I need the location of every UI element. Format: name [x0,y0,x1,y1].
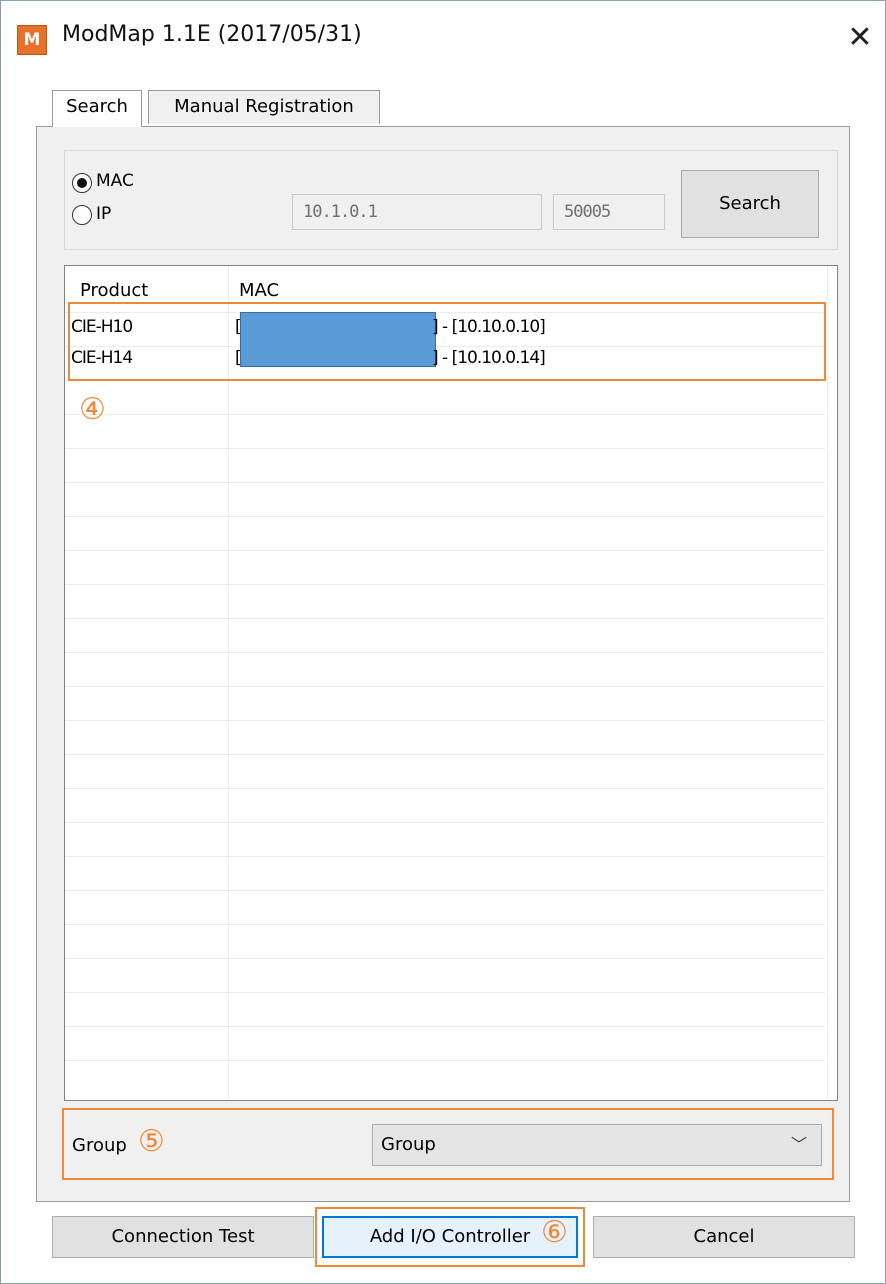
add-io-controller-button[interactable]: Add I/O Controller [322,1216,578,1258]
tab-search[interactable]: Search [52,90,142,127]
rows-highlight [68,302,826,381]
radio-ip-label: IP [96,204,112,224]
callout-5: ⑤ [138,1124,165,1159]
group-select[interactable]: Group ﹀ [372,1124,822,1166]
close-icon[interactable]: ✕ [840,18,880,58]
radio-mac[interactable] [72,173,92,193]
radio-ip[interactable] [72,205,92,225]
ip-address-field[interactable]: 10.1.0.1 [292,194,542,230]
group-label: Group [72,1135,127,1156]
app-logo-icon: M [17,25,47,55]
window-title: ModMap 1.1E (2017/05/31) [62,22,362,47]
device-list: Product MAC CIE-H10 [ ] - [10.10.0.10] C… [64,265,838,1101]
column-header-mac[interactable]: MAC [239,280,279,301]
radio-mac-label: MAC [96,171,134,191]
search-button[interactable]: Search [681,170,819,238]
group-select-value: Group [381,1134,436,1155]
connection-test-button[interactable]: Connection Test [52,1216,314,1258]
callout-6: ⑥ [541,1215,568,1250]
callout-4: ④ [79,392,106,427]
column-header-product[interactable]: Product [80,280,148,301]
chevron-down-icon: ﹀ [790,1135,807,1154]
cancel-button[interactable]: Cancel [593,1216,855,1258]
port-field[interactable]: 50005 [553,194,665,230]
tab-manual-registration[interactable]: Manual Registration [148,90,380,124]
